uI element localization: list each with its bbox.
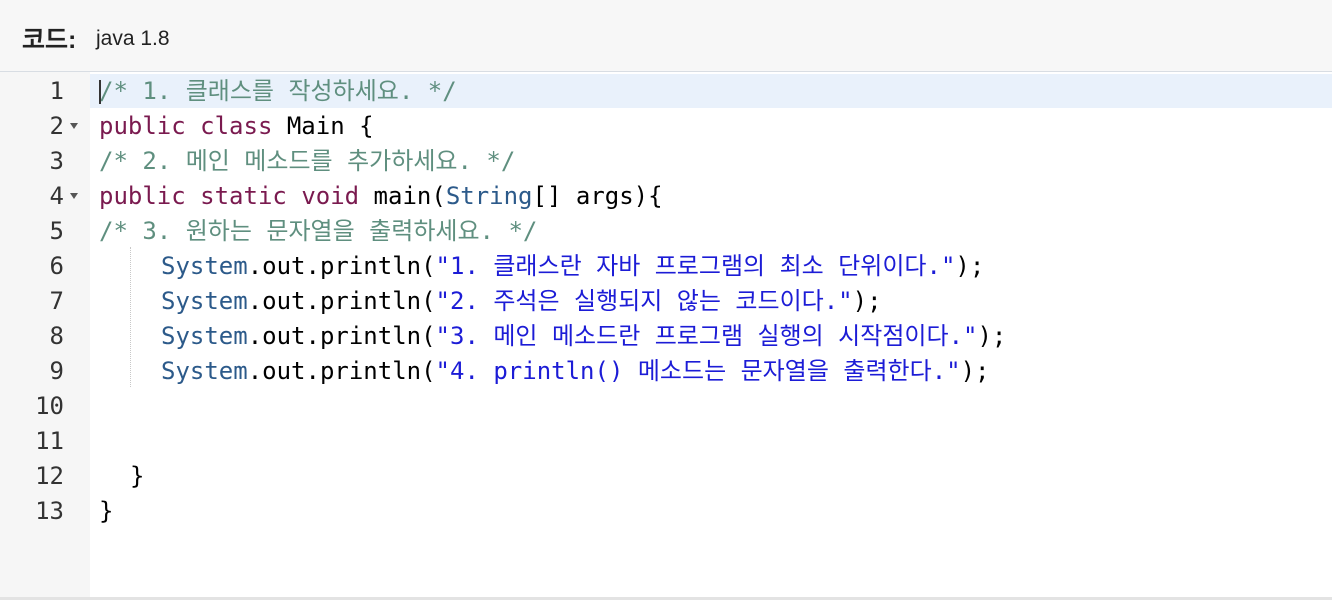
line-number: 8 — [49, 322, 64, 350]
line-number: 7 — [49, 287, 64, 315]
code-token: /* 2. 메인 메소드를 추가하세요. */ — [99, 147, 516, 175]
code-token: public — [99, 182, 186, 210]
line-number: 10 — [35, 392, 64, 420]
code-text: /* 1. 클래스를 작성하세요. */ — [99, 74, 457, 109]
fold-toggle-icon[interactable] — [70, 193, 78, 199]
code-text: } — [99, 494, 113, 529]
editor-header: 코드: java 1.8 — [0, 0, 1332, 72]
code-token: [] args){ — [532, 182, 663, 210]
code-token: "2. 주석은 실행되지 않는 코드이다." — [435, 287, 853, 315]
line-number: 13 — [35, 497, 64, 525]
code-token: class — [200, 112, 273, 140]
code-token: .out.println( — [247, 287, 436, 315]
code-token: public — [99, 112, 186, 140]
code-token: .out.println( — [247, 252, 436, 280]
code-line[interactable]: 2 public class Main { — [0, 109, 1332, 144]
code-token: ); — [852, 287, 882, 315]
code-line[interactable]: 5 /* 3. 원하는 문자열을 출력하세요. */ — [0, 214, 1332, 249]
code-token: } — [99, 497, 114, 525]
line-number: 6 — [49, 252, 64, 280]
code-line[interactable]: 8 System.out.println("3. 메인 메소드란 프로그램 실행의… — [0, 319, 1332, 354]
fold-toggle-icon[interactable] — [70, 123, 78, 129]
code-line[interactable]: 11 — [0, 424, 1332, 459]
code-text: } — [99, 459, 144, 494]
code-token: String — [445, 182, 533, 210]
code-text: System.out.println("3. 메인 메소드란 프로그램 실행의 … — [99, 319, 1006, 354]
line-number: 9 — [49, 357, 64, 385]
code-token: void — [301, 182, 360, 210]
code-token: Main { — [272, 112, 374, 140]
code-label: 코드: — [22, 26, 77, 54]
text-cursor — [99, 80, 101, 104]
code-token: System — [161, 252, 248, 280]
code-token: "4. println() 메소드는 문자열을 출력한다." — [435, 357, 961, 385]
code-line[interactable]: 10 — [0, 389, 1332, 424]
code-token: "3. 메인 메소드란 프로그램 실행의 시작점이다." — [435, 322, 978, 350]
code-token: /* 1. 클래스를 작성하세요. */ — [99, 77, 457, 105]
code-token: ); — [955, 252, 985, 280]
code-line[interactable]: 1 /* 1. 클래스를 작성하세요. */ — [0, 74, 1332, 109]
code-line[interactable]: 3 /* 2. 메인 메소드를 추가하세요. */ — [0, 144, 1332, 179]
code-editor[interactable]: 1 /* 1. 클래스를 작성하세요. */ 2 public class Main … — [0, 72, 1332, 598]
code-token: ); — [977, 322, 1007, 350]
code-line[interactable]: 12} — [0, 459, 1332, 494]
code-token: System — [161, 357, 248, 385]
code-token: System — [161, 287, 248, 315]
code-text: public class Main { — [99, 109, 374, 144]
line-number: 11 — [35, 427, 64, 455]
code-text: System.out.println("2. 주석은 실행되지 않는 코드이다.… — [99, 284, 882, 319]
code-token: main( — [359, 182, 446, 210]
line-number: 1 — [49, 77, 64, 105]
line-number: 3 — [49, 147, 64, 175]
language-version: java 1.8 — [96, 27, 170, 50]
line-number: 5 — [49, 217, 64, 245]
line-number: 2 — [49, 112, 64, 140]
code-text: System.out.println("4. println() 메소드는 문자… — [99, 354, 990, 389]
code-token: "1. 클래스란 자바 프로그램의 최소 단위이다." — [435, 252, 956, 280]
code-token: ); — [960, 357, 990, 385]
line-number: 12 — [35, 462, 64, 490]
code-token: System — [161, 322, 248, 350]
line-number: 4 — [49, 182, 64, 210]
code-token: .out.println( — [247, 322, 436, 350]
code-text: System.out.println("1. 클래스란 자바 프로그램의 최소 … — [99, 249, 984, 284]
code-line[interactable]: 4 public static void main(String[] args){ — [0, 179, 1332, 214]
code-line[interactable]: 9 System.out.println("4. println() 메소드는 문… — [0, 354, 1332, 389]
code-line[interactable]: 13} — [0, 494, 1332, 529]
code-token: /* 3. 원하는 문자열을 출력하세요. */ — [99, 217, 538, 245]
code-token: .out.println( — [247, 357, 436, 385]
code-text: public static void main(String[] args){ — [99, 179, 663, 214]
code-line[interactable]: 7 System.out.println("2. 주석은 실행되지 않는 코드이다… — [0, 284, 1332, 319]
code-line[interactable]: 6 System.out.println("1. 클래스란 자바 프로그램의 최소… — [0, 249, 1332, 284]
code-text: /* 2. 메인 메소드를 추가하세요. */ — [99, 144, 515, 179]
code-text: /* 3. 원하는 문자열을 출력하세요. */ — [99, 214, 537, 249]
code-token: static — [200, 182, 287, 210]
code-token: } — [130, 462, 145, 490]
